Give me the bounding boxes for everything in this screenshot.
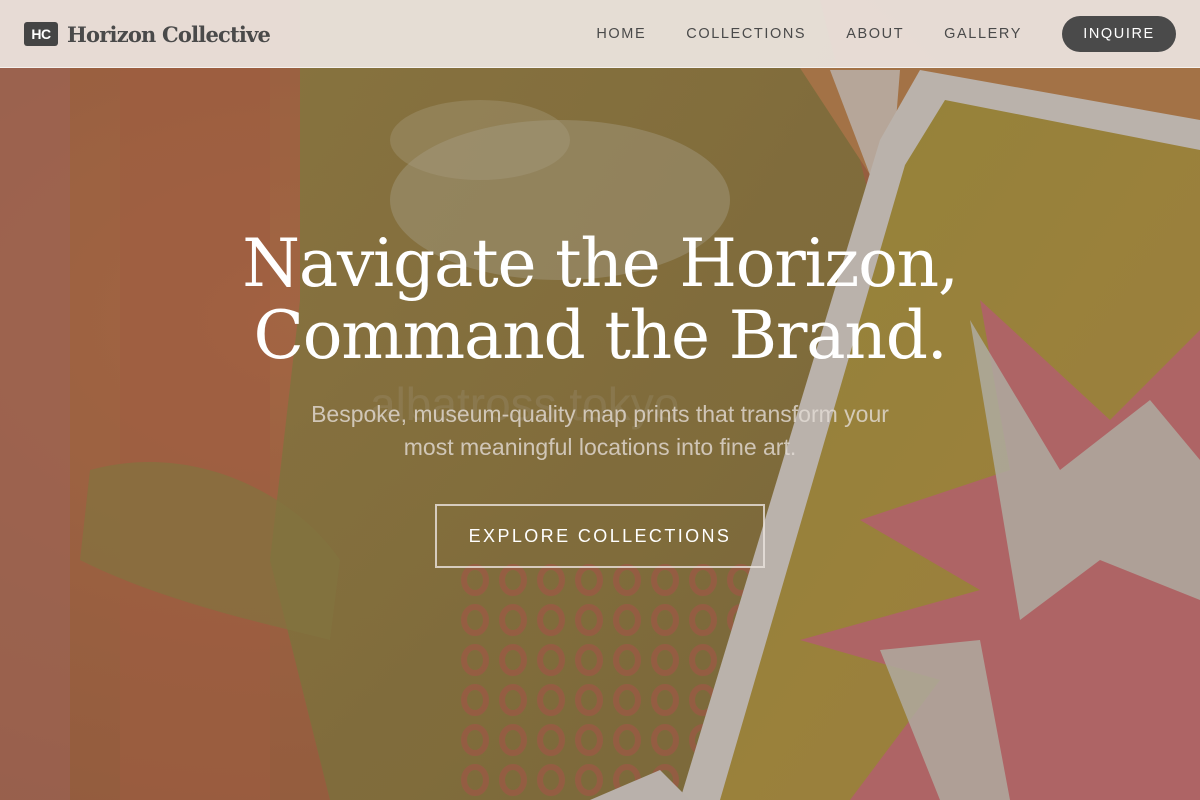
nav-about[interactable]: ABOUT — [846, 26, 904, 42]
hero-subtitle-line-1: Bespoke, museum-quality map prints that … — [311, 401, 889, 427]
logo-mark: HC — [24, 22, 58, 46]
nav-home[interactable]: HOME — [596, 26, 646, 42]
hero-title: Navigate the Horizon, Command the Brand. — [0, 228, 1200, 372]
explore-collections-button[interactable]: EXPLORE COLLECTIONS — [435, 504, 765, 568]
hero-title-line-2: Command the Brand. — [253, 297, 947, 374]
brand-name: Horizon Collective — [67, 21, 271, 47]
hero-section: Navigate the Horizon, Command the Brand.… — [0, 0, 1200, 800]
main-nav: HOME COLLECTIONS ABOUT GALLERY INQUIRE — [596, 0, 1176, 68]
hero-title-line-1: Navigate the Horizon, — [242, 225, 959, 302]
page: albatross tokyo HC Horizon Collective HO… — [0, 0, 1200, 800]
inquire-button[interactable]: INQUIRE — [1062, 16, 1176, 52]
hero-subtitle-line-2: most meaningful locations into fine art. — [403, 434, 797, 460]
nav-gallery[interactable]: GALLERY — [944, 26, 1022, 42]
nav-collections[interactable]: COLLECTIONS — [686, 26, 806, 42]
site-header: HC Horizon Collective HOME COLLECTIONS A… — [0, 0, 1200, 68]
hero-subtitle: Bespoke, museum-quality map prints that … — [250, 398, 950, 464]
brand-logo-link[interactable]: HC Horizon Collective — [24, 0, 271, 68]
